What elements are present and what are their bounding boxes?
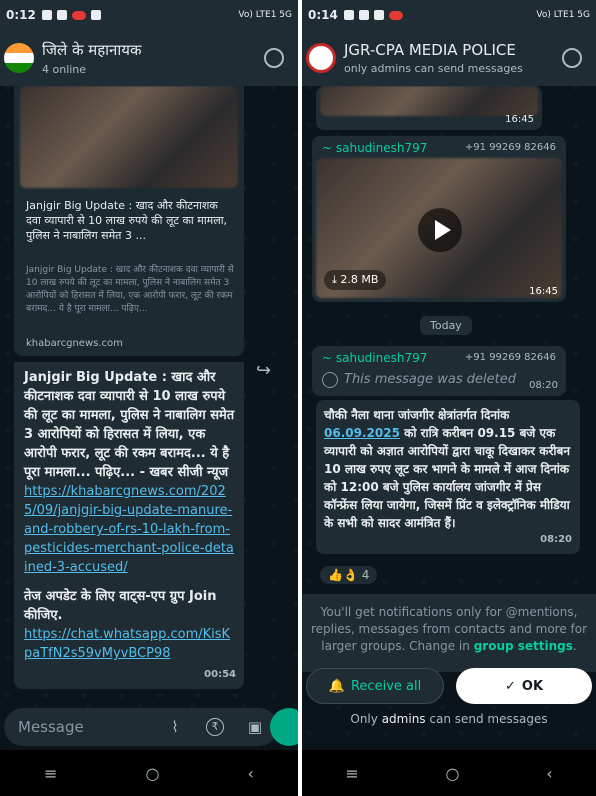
- message-list[interactable]: Janjgir Big Update : खाद और कीटनाशक दवा …: [0, 86, 298, 750]
- receive-all-label: Receive all: [350, 678, 422, 694]
- admins-link[interactable]: admins: [382, 712, 426, 726]
- status-bar: 0:14 Vo) LTE1 5G: [302, 0, 596, 30]
- message-time: 08:20: [540, 534, 572, 545]
- notification-icon: [358, 10, 369, 20]
- message-text-2: तेज अपडेट के लिए वाट्स-एप ग्रुप Join कीज…: [24, 589, 217, 623]
- telegram-icon: [56, 10, 67, 20]
- input-bar: Message ⌇ ₹ ▣: [0, 704, 298, 750]
- preview-image: [20, 86, 238, 188]
- message-text: Janjgir Big Update : खाद और कीटनाशक दवा …: [24, 370, 235, 480]
- voice-chat-icon[interactable]: [264, 48, 284, 68]
- message-image: [320, 86, 538, 116]
- forward-icon[interactable]: ↪: [256, 360, 280, 384]
- status-time: 0:14: [308, 8, 338, 22]
- status-time: 0:12: [6, 8, 36, 22]
- whatsapp-group-link[interactable]: https://chat.whatsapp.com/KisKpaTfN2s59v…: [24, 625, 236, 663]
- video-message[interactable]: ~ sahudinesh797 +91 99269 82646 ⤓ 2.8 MB…: [312, 136, 566, 302]
- preview-domain: khabarcgnews.com: [26, 338, 123, 349]
- deleted-message[interactable]: ~ sahudinesh797 +91 99269 82646 This mes…: [312, 346, 566, 396]
- admins-only-notice: Only admins can send messages: [302, 712, 596, 726]
- telegram-icon: [343, 10, 354, 20]
- message-time: 16:45: [505, 114, 534, 125]
- whatsapp-icon: [90, 10, 101, 20]
- message-input[interactable]: Message ⌇ ₹ ▣: [4, 708, 278, 746]
- date-link[interactable]: 06.09.2025: [324, 426, 400, 440]
- notice-suffix: can send messages: [429, 712, 548, 726]
- status-bar: 0:12 Vo) LTE1 5G: [0, 0, 298, 30]
- message-link[interactable]: https://khabarcgnews.com/2025/09/janjgir…: [24, 482, 236, 577]
- home-nav-icon[interactable]: ○: [146, 764, 160, 783]
- ok-button[interactable]: ✓ OK: [456, 668, 592, 704]
- reaction-count: 4: [361, 568, 370, 582]
- receive-all-button[interactable]: 🔔 Receive all: [306, 668, 444, 704]
- image-message[interactable]: 16:45: [316, 86, 542, 130]
- video-size: 2.8 MB: [340, 273, 379, 286]
- ok-label: OK: [521, 678, 544, 694]
- group-settings-link[interactable]: group settings: [474, 639, 573, 653]
- download-badge[interactable]: ⤓ 2.8 MB: [324, 270, 387, 290]
- notification-icon: [41, 10, 52, 20]
- sender-phone: +91 99269 82646: [464, 142, 556, 153]
- whatsapp-icon: [373, 10, 384, 20]
- notification-banner: You'll get notifications only for @menti…: [302, 594, 596, 672]
- reaction-emojis: 👍👌: [328, 568, 358, 582]
- preview-title: Janjgir Big Update : खाद और कीटनाशक दवा …: [26, 199, 228, 242]
- preview-description: Janjgir Big Update : खाद और कीटनाशक दवा …: [26, 265, 234, 314]
- message-text-2: को रात्रि करीबन 09.15 बजे एक व्यापारी को…: [324, 426, 571, 530]
- nav-bar: ≡ ○ ‹: [0, 750, 298, 796]
- group-title: JGR-CPA MEDIA POLICE: [344, 41, 516, 59]
- day-divider: Today: [420, 316, 472, 335]
- right-screen: 0:14 Vo) LTE1 5G JGR-CPA MEDIA POLICE on…: [302, 0, 596, 796]
- mic-button[interactable]: [270, 708, 298, 746]
- deleted-icon: [322, 372, 338, 388]
- message-list[interactable]: 16:45 ~ sahudinesh797 +91 99269 82646 ⤓ …: [302, 86, 596, 750]
- home-nav-icon[interactable]: ○: [446, 764, 460, 783]
- reactions-badge[interactable]: 👍👌 4: [318, 564, 380, 586]
- announcement-message[interactable]: चौकी नैला थाना जांजगीर क्षेत्रांतर्गत दि…: [316, 400, 580, 554]
- message-time: 16:45: [529, 286, 558, 297]
- bell-icon: 🔔: [328, 678, 345, 694]
- menu-nav-icon[interactable]: ≡: [44, 764, 57, 783]
- jio-icon: [388, 10, 403, 20]
- group-title: जिले के महानायक: [42, 41, 142, 59]
- rupee-icon[interactable]: ₹: [206, 718, 224, 736]
- notification-end: .: [572, 639, 577, 653]
- message-time: 00:54: [204, 669, 236, 680]
- attach-icon[interactable]: ⌇: [166, 718, 184, 736]
- play-icon[interactable]: [418, 208, 462, 252]
- network-status: Vo) LTE1 5G: [238, 10, 292, 20]
- camera-icon[interactable]: ▣: [246, 718, 264, 736]
- sender-phone: +91 99269 82646: [464, 352, 556, 363]
- chat-header[interactable]: JGR-CPA MEDIA POLICE only admins can sen…: [302, 30, 596, 86]
- sender-name[interactable]: ~ sahudinesh797: [322, 351, 427, 365]
- message-bubble[interactable]: Janjgir Big Update : खाद और कीटनाशक दवा …: [14, 362, 244, 689]
- message-text: चौकी नैला थाना जांजगीर क्षेत्रांतर्गत दि…: [324, 408, 510, 422]
- sender-name[interactable]: ~ sahudinesh797: [322, 141, 427, 155]
- group-subtitle: 4 online: [42, 63, 87, 76]
- back-nav-icon[interactable]: ‹: [248, 764, 254, 783]
- voice-chat-icon[interactable]: [562, 48, 582, 68]
- group-avatar[interactable]: [306, 43, 336, 73]
- back-nav-icon[interactable]: ‹: [546, 764, 552, 783]
- group-subtitle: only admins can send messages: [344, 62, 523, 75]
- deleted-text: This message was deleted: [344, 372, 516, 387]
- nav-bar: ≡ ○ ‹: [302, 750, 596, 796]
- check-circle-icon: ✓: [504, 678, 516, 694]
- notice-prefix: Only: [350, 712, 378, 726]
- message-time: 08:20: [529, 380, 558, 391]
- jio-icon: [71, 10, 86, 20]
- menu-nav-icon[interactable]: ≡: [345, 764, 358, 783]
- network-status: Vo) LTE1 5G: [536, 10, 590, 20]
- input-placeholder: Message: [18, 718, 84, 736]
- left-screen: 0:12 Vo) LTE1 5G जिले के महानायक 4 onlin…: [0, 0, 298, 796]
- chat-header[interactable]: जिले के महानायक 4 online: [0, 30, 298, 86]
- group-avatar[interactable]: [4, 43, 34, 73]
- link-preview-card[interactable]: Janjgir Big Update : खाद और कीटनाशक दवा …: [14, 86, 244, 356]
